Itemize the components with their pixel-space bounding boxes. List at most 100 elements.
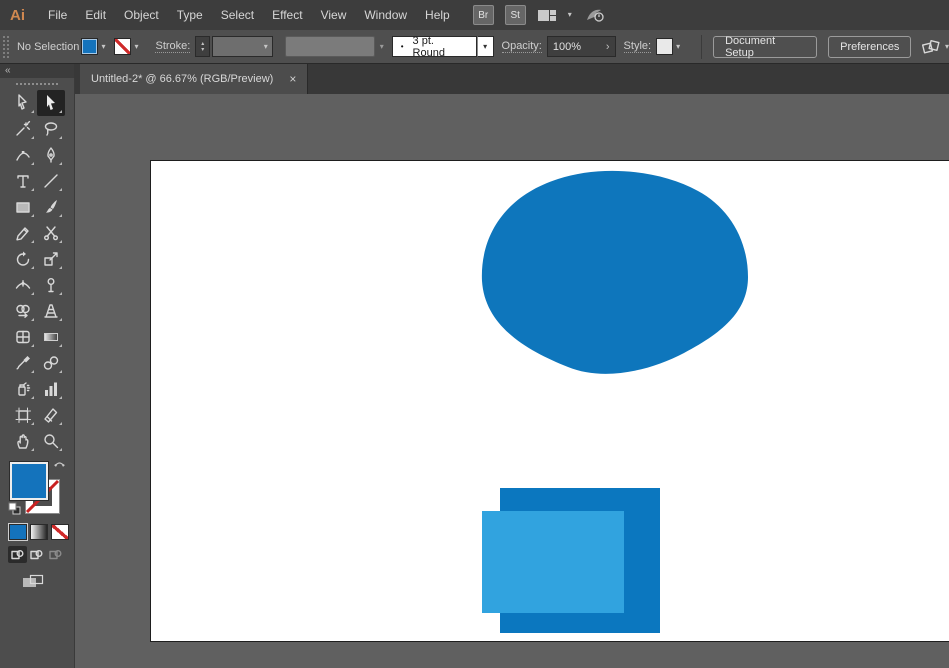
fill-chevron-icon[interactable]: ▾	[101, 43, 105, 51]
tool-perspective-grid[interactable]	[37, 298, 65, 324]
arrange-chevron-icon[interactable]: ▾	[945, 43, 949, 51]
none-button[interactable]	[51, 524, 69, 540]
stroke-color-control[interactable]: ▾	[114, 38, 138, 55]
symbol-sprayer-icon	[14, 380, 32, 398]
document-setup-button[interactable]: Document Setup	[713, 36, 817, 58]
screen-mode-button[interactable]	[22, 574, 44, 594]
menu-file[interactable]: File	[39, 8, 76, 22]
tool-eyedropper[interactable]	[9, 350, 37, 376]
stroke-chevron-icon[interactable]: ▾	[134, 43, 138, 51]
tool-width[interactable]	[9, 272, 37, 298]
stock-button[interactable]: St	[505, 5, 526, 25]
tool-line-segment[interactable]	[37, 168, 65, 194]
tools-grid	[0, 90, 74, 454]
workspace-switcher-icon[interactable]	[537, 9, 557, 22]
tool-magic-wand[interactable]	[9, 116, 37, 142]
opacity-arrow-icon[interactable]: ›	[606, 41, 610, 53]
tool-selection[interactable]	[37, 90, 65, 116]
menu-view[interactable]: View	[312, 8, 356, 22]
document-tab-title[interactable]: Untitled-2* @ 66.67% (RGB/Preview)	[91, 73, 273, 85]
stroke-weight-stepper[interactable]: ▴ ▾	[195, 36, 210, 57]
mesh-icon	[14, 328, 32, 346]
app-logo: Ai	[10, 7, 25, 24]
style-chevron-icon[interactable]: ▾	[676, 43, 680, 51]
tool-type[interactable]	[9, 168, 37, 194]
menu-type[interactable]: Type	[168, 8, 212, 22]
tool-mesh[interactable]	[9, 324, 37, 350]
menu-edit[interactable]: Edit	[76, 8, 115, 22]
default-fill-stroke-icon[interactable]	[8, 502, 21, 515]
bridge-button[interactable]: Br	[473, 5, 494, 25]
tool-curvature[interactable]	[9, 142, 37, 168]
document-tab-bar: Untitled-2* @ 66.67% (RGB/Preview) ×	[74, 64, 949, 95]
draw-normal-button[interactable]	[8, 546, 27, 563]
menu-effect[interactable]: Effect	[263, 8, 311, 22]
stroke-weight-dropdown[interactable]: ▾	[212, 36, 273, 57]
menu-window[interactable]: Window	[355, 8, 416, 22]
tool-zoom[interactable]	[37, 428, 65, 454]
lasso-icon	[42, 120, 60, 138]
blob-shape[interactable]	[480, 169, 749, 378]
tool-hand[interactable]	[9, 428, 37, 454]
menu-object[interactable]: Object	[115, 8, 168, 22]
arrange-icon[interactable]	[921, 39, 941, 55]
opacity-value[interactable]: 100%	[553, 41, 581, 53]
menu-select[interactable]: Select	[212, 8, 263, 22]
tool-blend[interactable]	[37, 350, 65, 376]
opacity-field[interactable]: 100% ›	[547, 36, 616, 57]
tool-shape-builder[interactable]	[9, 298, 37, 324]
document-tab[interactable]: Untitled-2* @ 66.67% (RGB/Preview) ×	[80, 64, 308, 94]
fill-color-swatch[interactable]	[81, 38, 98, 55]
style-swatch[interactable]	[656, 38, 673, 55]
artboard[interactable]	[150, 160, 949, 642]
collapse-panel-icon[interactable]: «	[5, 65, 10, 76]
fill-indicator-swatch[interactable]	[10, 462, 48, 500]
swap-fill-stroke-icon[interactable]	[53, 458, 66, 470]
gradient-button[interactable]	[30, 524, 48, 540]
tools-panel-grip[interactable]	[16, 83, 58, 85]
tool-pen[interactable]	[37, 142, 65, 168]
tool-gradient[interactable]	[37, 324, 65, 350]
draw-behind-icon	[30, 549, 43, 560]
stroke-color-swatch[interactable]	[114, 38, 131, 55]
style-label[interactable]: Style:	[624, 40, 652, 53]
tool-scissors[interactable]	[37, 220, 65, 246]
stroke-label[interactable]: Stroke:	[155, 40, 190, 53]
tab-close-icon[interactable]: ×	[289, 72, 296, 86]
tool-puppet-warp[interactable]	[37, 272, 65, 298]
rectangle-front-shape[interactable]	[482, 511, 624, 613]
shape-builder-icon	[14, 302, 32, 320]
fill-stroke-indicator	[8, 458, 66, 518]
tool-artboard[interactable]	[9, 402, 37, 428]
tool-scale[interactable]	[37, 246, 65, 272]
tool-rotate[interactable]	[9, 246, 37, 272]
color-button[interactable]	[9, 524, 27, 540]
brush-definition-chevron[interactable]: ▾	[477, 36, 494, 57]
workspace-chevron-icon[interactable]: ▾	[568, 11, 572, 19]
canvas-area[interactable]	[75, 94, 949, 668]
tool-symbol-sprayer[interactable]	[9, 376, 37, 402]
menu-help[interactable]: Help	[416, 8, 459, 22]
tool-direct-selection[interactable]	[9, 90, 37, 116]
draw-behind-button[interactable]	[27, 546, 46, 563]
tool-column-graph[interactable]	[37, 376, 65, 402]
tool-paintbrush[interactable]	[37, 194, 65, 220]
blend-icon	[42, 354, 60, 372]
brush-definition-value: 3 pt. Round	[413, 35, 468, 59]
stepper-down-icon[interactable]: ▾	[201, 47, 204, 53]
tool-rectangle[interactable]	[9, 194, 37, 220]
tool-lasso[interactable]	[37, 116, 65, 142]
tool-shaper[interactable]	[9, 220, 37, 246]
draw-inside-button[interactable]	[46, 546, 65, 563]
stroke-weight-chevron-icon[interactable]: ▾	[264, 43, 268, 51]
fill-color-control[interactable]: ▾	[81, 38, 105, 55]
opacity-label[interactable]: Opacity:	[502, 40, 542, 53]
tool-slice[interactable]	[37, 402, 65, 428]
preferences-button[interactable]: Preferences	[828, 36, 911, 58]
control-bar-grip[interactable]	[3, 36, 9, 58]
brush-definition-dropdown[interactable]: • 3 pt. Round	[392, 36, 477, 57]
style-control[interactable]: ▾	[656, 38, 680, 55]
gpu-performance-icon[interactable]	[583, 7, 607, 23]
screen-mode-icon	[22, 574, 44, 589]
type-icon	[14, 172, 32, 190]
